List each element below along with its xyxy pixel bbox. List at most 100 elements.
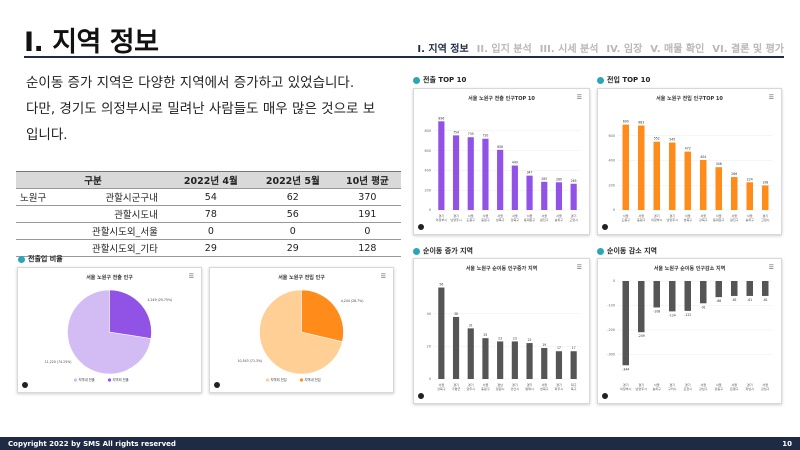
x-tick-label: 가평군	[452, 386, 461, 391]
x-tick-label: 파주시	[555, 386, 564, 391]
bar-data-label: -61	[747, 298, 752, 302]
bar-data-label: 38	[454, 312, 458, 316]
legend-label: 지역외 전입	[271, 377, 287, 382]
bar	[653, 141, 661, 210]
cell-may: 62	[251, 188, 334, 206]
bar-data-label: 17	[557, 346, 561, 350]
bar	[699, 160, 707, 210]
y-tick-label: 0	[429, 208, 431, 212]
migration-table: 구분 2022년 4월 2022년 5월 10년 평균 노원구 관할시군구내 5…	[16, 171, 401, 257]
y-tick-label: 0	[613, 279, 615, 283]
bar	[622, 124, 630, 210]
section-netinc-heading: 순이동 증가 지역	[413, 246, 473, 256]
bar-data-label: 346	[716, 162, 722, 166]
cell-cat: 관할시도내	[61, 205, 170, 223]
bar	[684, 281, 692, 311]
bar-data-label: -66	[716, 299, 721, 303]
description-line-1: 순이동 증가 지역은 다양한 지역에서 증가하고 있었습니다.	[26, 75, 355, 91]
x-tick-label: 중랑구	[481, 217, 490, 222]
bar	[438, 121, 445, 210]
credit-icon	[418, 393, 424, 399]
y-tick-label: 200	[425, 188, 431, 192]
nav-item-listing[interactable]: V. 매물 확인	[650, 40, 704, 55]
section-dot-icon	[597, 247, 604, 255]
x-tick-label: 송파구	[652, 386, 661, 391]
credit-icon	[22, 382, 28, 388]
bar	[730, 177, 738, 210]
pie-data-label: 4,244 (28.7%)	[341, 299, 364, 303]
bar-data-label: -108	[653, 309, 660, 313]
section-in-heading: 전입 TOP 10	[597, 75, 650, 85]
bar	[668, 281, 676, 312]
nav-item-conclusion[interactable]: VI. 결론 및 평가	[712, 40, 784, 55]
legend-label: 지역내 전입	[305, 377, 321, 382]
bar-data-label: 23	[498, 336, 502, 340]
bar	[541, 181, 548, 210]
legend-marker	[107, 378, 112, 382]
cell-gu	[16, 205, 62, 223]
section-out-heading: 전출 TOP 10	[413, 75, 466, 85]
bar	[622, 281, 630, 366]
cell-avg: 0	[333, 222, 401, 240]
chart-card-net-decrease: 0 -100 -200 -300 -344 경기 의정부시 -209 경기 남양주시 -108 서울 송…	[597, 258, 782, 404]
menu-icon[interactable]: ☰	[769, 264, 774, 271]
bar-data-label: 735	[468, 132, 474, 136]
bar-data-label: 19	[542, 343, 546, 347]
x-tick-label: 은평구	[730, 386, 739, 391]
x-tick-label: 남양주시	[636, 386, 648, 391]
nav-item-price[interactable]: III. 시세 분석	[540, 40, 599, 55]
legend-marker	[299, 378, 304, 382]
bar	[482, 338, 489, 379]
nav-item-location[interactable]: II. 입지 분석	[477, 40, 532, 55]
col-avg: 10년 평균	[333, 171, 401, 189]
bar-data-label: 690	[623, 120, 629, 124]
y-tick-label: 0	[429, 377, 431, 381]
y-tick-label: 400	[609, 159, 615, 163]
y-tick-label: -100	[607, 304, 615, 308]
bar	[452, 135, 460, 210]
chart-card-in-top10: 600 400 200 0 690 서울 도봉구 683 서울 중랑구 552 경기 의정부시 545 경기…	[597, 88, 782, 235]
credit-icon	[214, 382, 220, 388]
bar	[715, 281, 723, 298]
menu-icon[interactable]: ☰	[577, 264, 582, 271]
x-tick-label: 강북구	[437, 386, 446, 391]
x-tick-label: 성북구	[540, 386, 549, 391]
bar	[526, 343, 533, 379]
x-tick-label: 남양주시	[667, 217, 679, 222]
bar-data-label: 280	[556, 177, 562, 181]
cell-may: 29	[251, 239, 334, 257]
bar	[637, 125, 645, 210]
chart-card-out-top10: 800 600 400 200 0 896 경기 의정부시 754 경기 남양주시 735 서울 도봉구 7…	[413, 88, 590, 235]
legend-label: 지역외 전출	[113, 377, 129, 382]
bar	[653, 281, 661, 308]
bar-data-label: 754	[453, 130, 459, 134]
credit-icon	[602, 224, 608, 230]
x-tick-label: 중랑구	[637, 217, 646, 222]
menu-icon[interactable]: ☰	[577, 94, 582, 101]
cell-gu	[16, 222, 62, 240]
x-tick-label: 광진구	[540, 217, 549, 222]
bar-chart-svg: 0-100-200-300-344경기의정부시-209경기남양주시-108서울송…	[607, 279, 773, 391]
cell-apr: 29	[169, 239, 252, 257]
chart-card-in-pie: 10,543 (71.3%) 4,244 (28.7%) 지역외 전입 지역내 전입 …	[209, 267, 394, 393]
menu-icon[interactable]: ☰	[189, 273, 194, 280]
x-tick-label: 강동구	[714, 386, 723, 391]
x-tick-label: 광진구	[730, 217, 739, 222]
menu-icon[interactable]: ☰	[381, 273, 386, 280]
credit-icon	[602, 393, 608, 399]
x-tick-label: 양주시	[466, 386, 475, 391]
legend-marker	[73, 378, 78, 382]
cell-avg: 128	[333, 239, 401, 257]
menu-icon[interactable]: ☰	[769, 94, 774, 101]
x-tick-label: 안산시	[511, 386, 520, 391]
nav-item-visit[interactable]: IV. 임장	[606, 40, 642, 55]
pie-svg: 10,543 (71.3%) 4,244 (28.7%) 지역외 전입 지역내 전입	[238, 289, 364, 382]
bar	[746, 182, 754, 210]
bar-data-label: 896	[438, 116, 444, 120]
table-row: 노원구 관할시군구내 54 62 370	[16, 188, 401, 206]
bar-data-label: 224	[747, 177, 753, 181]
bar-data-label: 25	[483, 333, 487, 337]
x-tick-label: 송파구	[745, 217, 754, 222]
legend-label: 지역내 전출	[79, 377, 95, 382]
nav-item-region[interactable]: I. 지역 정보	[417, 40, 468, 55]
